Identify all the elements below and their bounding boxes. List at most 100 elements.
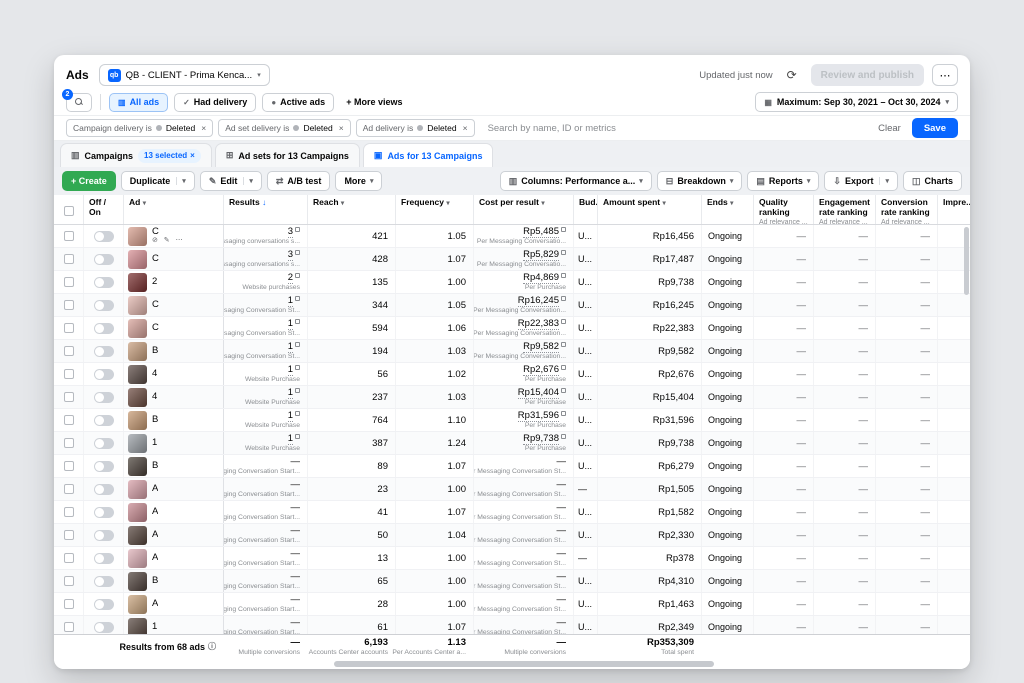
cost-per-result-value[interactable]: —: [557, 525, 567, 536]
ad-status-toggle[interactable]: [94, 461, 114, 472]
select-all-checkbox[interactable]: [64, 206, 74, 216]
row-checkbox[interactable]: [64, 300, 74, 310]
results-value[interactable]: —: [291, 479, 301, 490]
table-row[interactable]: 4 1 Website Purchase 237 1.03 Rp15,404 P…: [54, 386, 970, 409]
header-amount-spent[interactable]: Amount spent ▾: [598, 195, 702, 224]
row-checkbox[interactable]: [64, 576, 74, 586]
remove-filter-icon[interactable]: ×: [339, 123, 344, 133]
account-selector[interactable]: qb QB - CLIENT - Prima Kenca... ▾: [99, 64, 270, 86]
row-checkbox[interactable]: [64, 507, 74, 517]
header-ends[interactable]: Ends ▾: [702, 195, 754, 224]
cost-per-result-value[interactable]: Rp15,404: [518, 387, 559, 399]
header-quality-ranking[interactable]: Quality rankingAd relevance ...: [754, 195, 814, 224]
ad-status-toggle[interactable]: [94, 392, 114, 403]
header-ad[interactable]: Ad ▾: [124, 195, 224, 224]
table-row[interactable]: A — Messaging Conversation Start... 28 1…: [54, 593, 970, 616]
filter-chip[interactable]: Ad set delivery is Deleted ×: [218, 119, 351, 137]
ad-status-toggle[interactable]: [94, 323, 114, 334]
table-row[interactable]: C 1 Messaging Conversation St... 344 1.0…: [54, 294, 970, 317]
table-row[interactable]: B 1 Website Purchase 764 1.10 Rp31,596 P…: [54, 409, 970, 432]
chevron-down-icon[interactable]: ▾: [243, 177, 253, 185]
view-all-ads[interactable]: ▥ All ads: [109, 93, 168, 112]
results-value[interactable]: 1: [288, 341, 293, 353]
results-value[interactable]: 1: [288, 295, 293, 307]
cost-per-result-value[interactable]: Rp31,596: [518, 410, 559, 422]
cost-per-result-value[interactable]: —: [557, 479, 567, 490]
table-row[interactable]: A — Messaging Conversation Start... 41 1…: [54, 501, 970, 524]
row-checkbox[interactable]: [64, 369, 74, 379]
view-had-delivery[interactable]: ✓ Had delivery: [174, 93, 256, 112]
row-checkbox[interactable]: [64, 622, 74, 632]
refresh-icon[interactable]: ⟳: [781, 64, 803, 86]
results-value[interactable]: 3: [288, 249, 293, 261]
header-cost-per-result[interactable]: Cost per result ▾: [474, 195, 574, 224]
cost-per-result-value[interactable]: Rp5,485: [523, 226, 559, 238]
header-impressions[interactable]: Impre...: [938, 195, 970, 224]
chevron-down-icon[interactable]: ▾: [176, 177, 186, 185]
row-checkbox[interactable]: [64, 599, 74, 609]
ad-name[interactable]: B: [152, 576, 158, 586]
more-options-icon[interactable]: ⋯: [932, 64, 958, 86]
row-checkbox[interactable]: [64, 392, 74, 402]
ad-status-toggle[interactable]: [94, 507, 114, 518]
date-range-selector[interactable]: ▦ Maximum: Sep 30, 2021 – Oct 30, 2024 ▾: [755, 92, 958, 112]
row-checkbox[interactable]: [64, 323, 74, 333]
clear-selection-icon[interactable]: ×: [190, 151, 195, 160]
table-row[interactable]: A — Messaging Conversation Start... 23 1…: [54, 478, 970, 501]
cost-per-result-value[interactable]: Rp2,676: [523, 364, 559, 376]
row-checkbox[interactable]: [64, 415, 74, 425]
ad-status-toggle[interactable]: [94, 254, 114, 265]
table-row[interactable]: B — Messaging Conversation Start... 65 1…: [54, 570, 970, 593]
header-conversion-ranking[interactable]: Conversion rate rankingAd relevance ...: [876, 195, 938, 224]
breakdown-button[interactable]: ⊟ Breakdown ▾: [657, 171, 743, 191]
ad-name[interactable]: B: [152, 461, 158, 471]
chevron-down-icon[interactable]: ▾: [879, 177, 889, 185]
row-checkbox[interactable]: [64, 484, 74, 494]
table-row[interactable]: 1 1 Website Purchase 387 1.24 Rp9,738 Pe…: [54, 432, 970, 455]
ad-name[interactable]: A: [152, 484, 158, 494]
header-engagement-ranking[interactable]: Engagement rate rankingAd relevance ...: [814, 195, 876, 224]
results-value[interactable]: 1: [288, 364, 293, 376]
tab-ads[interactable]: ▣ Ads for 13 Campaigns: [363, 143, 494, 167]
reports-button[interactable]: ▤ Reports ▾: [747, 171, 819, 191]
results-value[interactable]: —: [291, 571, 301, 582]
ad-name[interactable]: A: [152, 599, 158, 609]
ad-name[interactable]: B: [152, 415, 158, 425]
charts-button[interactable]: ◫ Charts: [903, 171, 962, 191]
table-row[interactable]: A — Messaging Conversation Start... 13 1…: [54, 547, 970, 570]
header-budget[interactable]: Bud...: [574, 195, 598, 224]
ad-name[interactable]: 4: [152, 392, 157, 402]
vertical-scrollbar[interactable]: [964, 227, 969, 295]
tab-campaigns[interactable]: ▥ Campaigns 13 selected ×: [60, 143, 212, 167]
edit-button[interactable]: ✎ Edit ▾: [200, 171, 262, 191]
export-button[interactable]: ⇩ Export ▾: [824, 171, 898, 191]
table-row[interactable]: B 1 Messaging Conversation St... 194 1.0…: [54, 340, 970, 363]
ad-name[interactable]: C: [152, 227, 185, 237]
cost-per-result-value[interactable]: —: [557, 502, 567, 513]
hover-action-icons[interactable]: ⊘ ✎ ⋯: [152, 237, 185, 245]
create-button[interactable]: + Create: [62, 171, 116, 191]
ad-status-toggle[interactable]: [94, 530, 114, 541]
ad-status-toggle[interactable]: [94, 484, 114, 495]
results-value[interactable]: 1: [288, 387, 293, 399]
row-checkbox[interactable]: [64, 530, 74, 540]
ad-status-toggle[interactable]: [94, 599, 114, 610]
row-checkbox[interactable]: [64, 254, 74, 264]
ad-name[interactable]: A: [152, 530, 158, 540]
cost-per-result-value[interactable]: Rp9,582: [523, 341, 559, 353]
row-checkbox[interactable]: [64, 461, 74, 471]
cost-per-result-value[interactable]: —: [557, 594, 567, 605]
results-value[interactable]: —: [291, 548, 301, 559]
cost-per-result-value[interactable]: —: [557, 617, 567, 628]
ad-name[interactable]: C: [152, 323, 159, 333]
ad-status-toggle[interactable]: [94, 415, 114, 426]
table-row[interactable]: 4 1 Website Purchase 56 1.02 Rp2,676 Per…: [54, 363, 970, 386]
remove-filter-icon[interactable]: ×: [463, 123, 468, 133]
results-value[interactable]: —: [291, 617, 301, 628]
ab-test-button[interactable]: ⇄ A/B test: [267, 171, 331, 191]
search-input[interactable]: [480, 123, 874, 134]
results-value[interactable]: —: [291, 456, 301, 467]
header-frequency[interactable]: Frequency ▾: [396, 195, 474, 224]
ad-status-toggle[interactable]: [94, 576, 114, 587]
ad-status-toggle[interactable]: [94, 231, 114, 242]
